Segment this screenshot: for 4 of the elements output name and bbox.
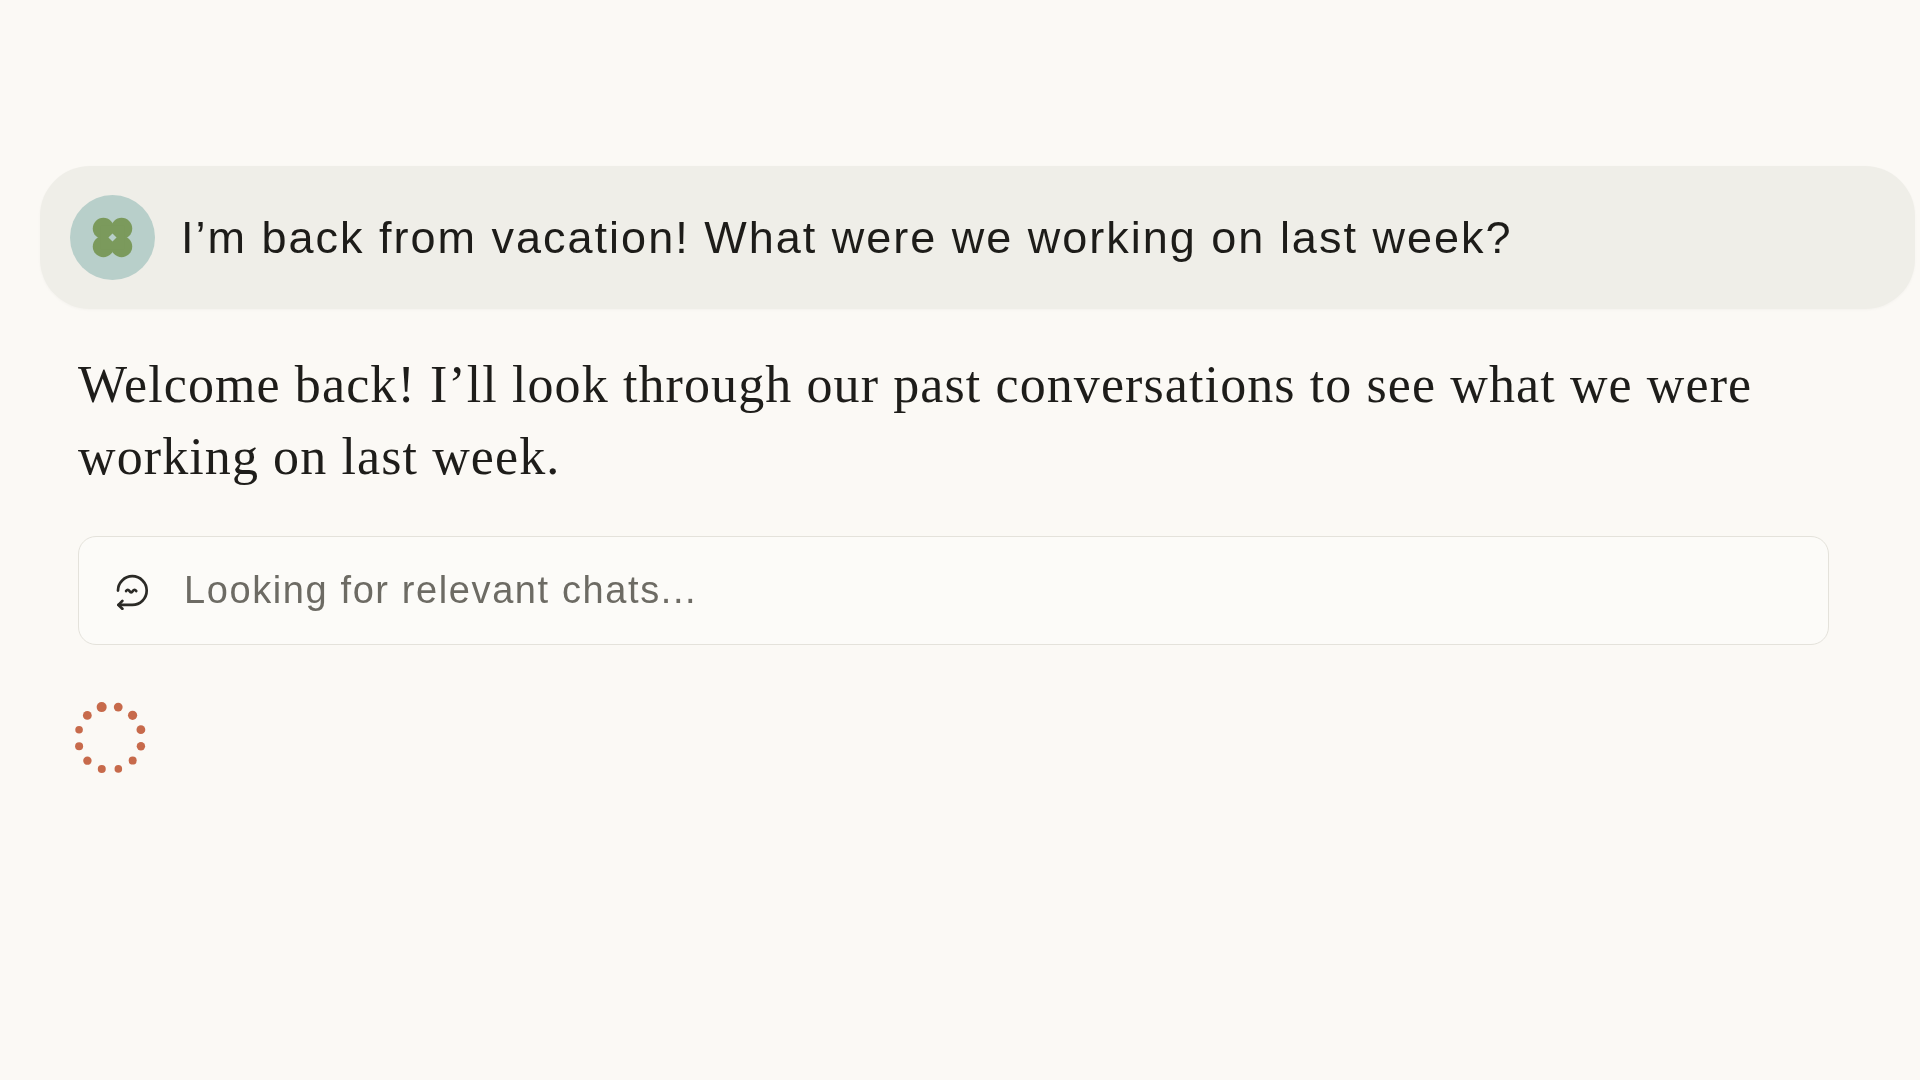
search-status-text: Looking for relevant chats... — [184, 569, 698, 612]
clover-avatar-icon — [70, 195, 155, 280]
assistant-message-text: Welcome back! I’ll look through our past conversations to see what we were working on last week. — [78, 355, 1754, 487]
user-message-text: I’m back from vacation! What were we working on last week? — [181, 211, 1513, 264]
